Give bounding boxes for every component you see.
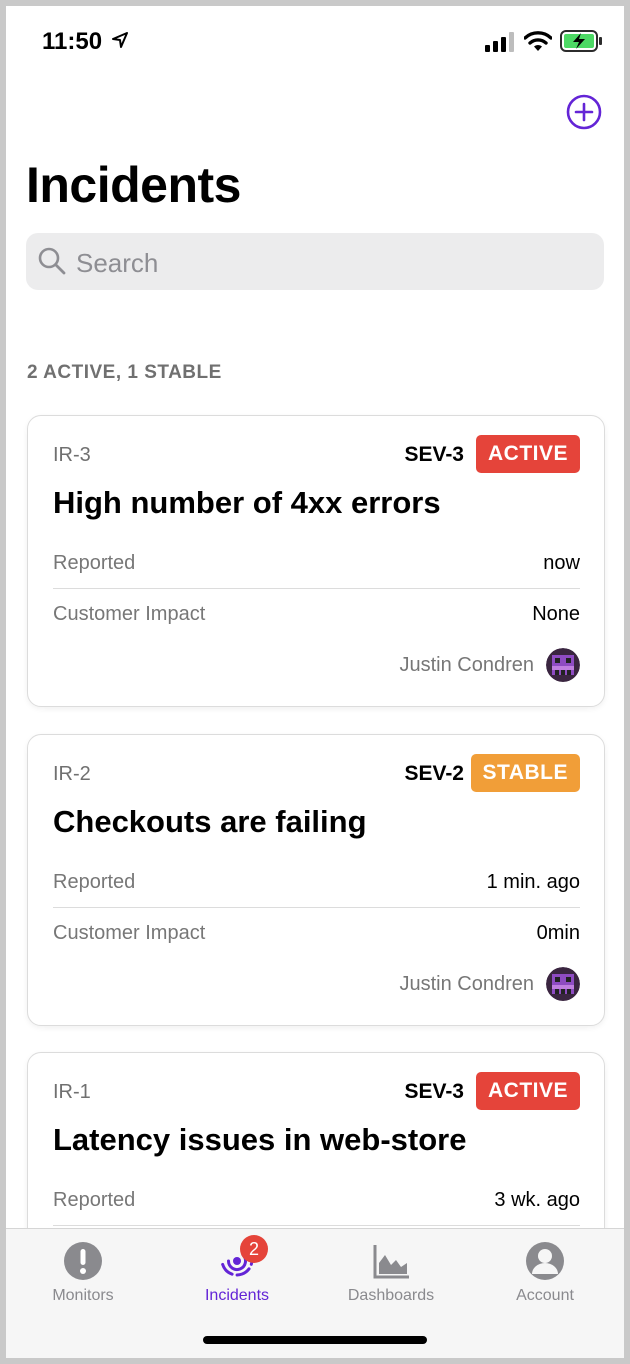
reported-row: Reported now: [53, 538, 580, 589]
status-time: 11:50: [42, 28, 103, 55]
incident-id: IR-2: [53, 763, 91, 785]
reported-row: Reported 3 wk. ago: [53, 1175, 580, 1226]
area-chart-icon: [373, 1245, 409, 1279]
status-bar: 11:50: [6, 6, 624, 70]
incident-summary-header: 2 ACTIVE, 1 STABLE: [27, 362, 222, 383]
location-arrow-icon: [112, 32, 128, 48]
assignee: Justin Condren: [399, 967, 580, 1001]
reported-value: 3 wk. ago: [494, 1188, 580, 1211]
page-title: Incidents: [26, 157, 241, 213]
tab-dashboards[interactable]: Dashboards: [314, 1229, 468, 1319]
search-bar[interactable]: [26, 233, 604, 290]
reported-label: Reported: [53, 1188, 136, 1211]
incident-title: Latency issues in web-store: [53, 1122, 467, 1157]
severity-label: SEV-3: [404, 443, 464, 466]
assignee: Justin Condren: [399, 648, 580, 682]
customer-impact-value: None: [532, 602, 580, 625]
tab-label: Account: [516, 1287, 574, 1304]
exclamation-circle-icon: [64, 1242, 102, 1280]
incident-title: Checkouts are failing: [53, 804, 367, 839]
incident-card[interactable]: IR-3 SEV-3 ACTIVE High number of 4xx err…: [27, 415, 605, 707]
cellular-signal-icon: [485, 32, 514, 52]
customer-impact-value: 0min: [536, 921, 580, 944]
customer-impact-row: Customer Impact None: [53, 589, 580, 639]
tab-label: Monitors: [52, 1287, 114, 1304]
tab-incidents[interactable]: 2 Incidents: [160, 1229, 314, 1319]
incident-title: High number of 4xx errors: [53, 485, 441, 520]
status-badge: STABLE: [470, 754, 580, 792]
add-incident-button[interactable]: [566, 94, 602, 130]
battery-charging-icon: [560, 30, 602, 52]
incident-id: IR-3: [53, 444, 91, 466]
tab-account[interactable]: Account: [468, 1229, 622, 1319]
search-icon: [38, 247, 66, 275]
customer-impact-label: Customer Impact: [53, 921, 206, 944]
avatar: [546, 967, 580, 1001]
home-indicator: [203, 1336, 427, 1344]
customer-impact-row: Customer Impact 0min: [53, 908, 580, 958]
tab-monitors[interactable]: Monitors: [6, 1229, 160, 1319]
person-circle-icon: [526, 1242, 564, 1280]
status-badge: ACTIVE: [475, 1072, 580, 1110]
reported-label: Reported: [53, 870, 136, 893]
reported-row: Reported 1 min. ago: [53, 857, 580, 908]
assignee-name: Justin Condren: [399, 972, 534, 995]
tab-label: Incidents: [204, 1287, 270, 1304]
incident-card[interactable]: IR-2 SEV-2 STABLE Checkouts are failing …: [27, 734, 605, 1026]
severity-label: SEV-2: [404, 762, 464, 785]
tab-label: Dashboards: [347, 1287, 435, 1304]
wifi-icon: [524, 31, 552, 51]
incident-id: IR-1: [53, 1081, 91, 1103]
severity-label: SEV-3: [404, 1080, 464, 1103]
reported-value: now: [543, 551, 580, 574]
phone-screen: 11:50 Incidents Search 2 ACTIVE, 1 STABL…: [6, 6, 624, 1358]
assignee-name: Justin Condren: [399, 653, 534, 676]
status-badge: ACTIVE: [475, 435, 580, 473]
notification-badge: 2: [240, 1235, 268, 1263]
customer-impact-label: Customer Impact: [53, 602, 206, 625]
reported-value: 1 min. ago: [486, 870, 580, 893]
plus-circle-icon: [566, 94, 602, 130]
reported-label: Reported: [53, 551, 136, 574]
search-input[interactable]: [74, 243, 578, 283]
avatar: [546, 648, 580, 682]
